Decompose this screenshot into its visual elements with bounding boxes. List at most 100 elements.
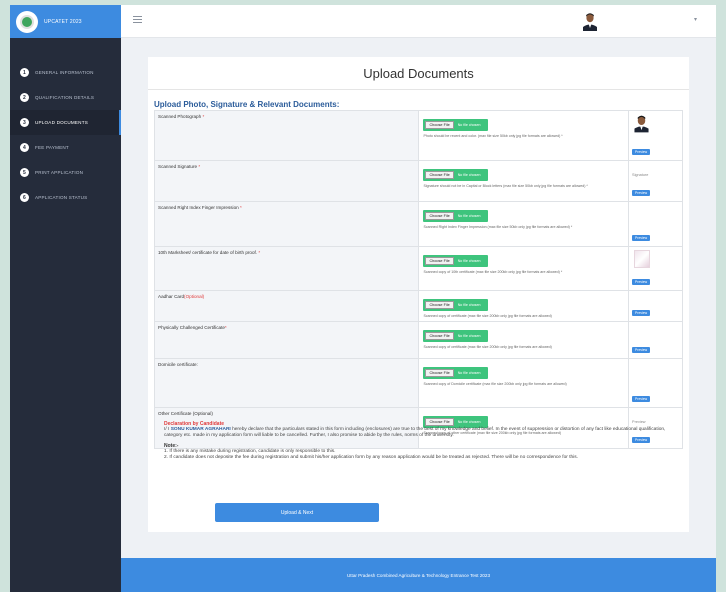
- help-text: Signature should not be in Capital or Bl…: [423, 184, 588, 188]
- table-row: Aadhar Card(Optional) Choose File No fil…: [153, 290, 683, 322]
- file-status: No file chosen: [457, 371, 481, 375]
- table-row: Domicile certificate: Choose File No fil…: [153, 358, 683, 408]
- help-text: Scanned copy of 10th certificate (max fi…: [423, 270, 563, 274]
- preview-cell: Preview: [628, 358, 683, 408]
- candidate-name: SONU KUMAR AGRAHARI: [170, 427, 231, 432]
- documents-table: Scanned Photograph * Choose File No file…: [153, 110, 683, 449]
- help-text: Photo should be recent and color. (max f…: [423, 134, 563, 138]
- choose-file-button[interactable]: Choose File: [425, 332, 454, 340]
- ph-certificate-file-input[interactable]: Choose File No file chosen: [423, 330, 489, 342]
- chevron-down-icon[interactable]: ▾: [694, 16, 697, 23]
- preview-button[interactable]: Preview: [632, 149, 651, 155]
- sidebar: UPCATET 2023 1 GENERAL INFORMATION 2 QUA…: [10, 5, 121, 592]
- sidebar-item-fee-payment[interactable]: 4 FEE PAYMENT: [10, 135, 121, 160]
- document-label: Scanned Right Index Finger Impression *: [153, 201, 420, 247]
- app-frame: UPCATET 2023 1 GENERAL INFORMATION 2 QUA…: [10, 5, 716, 592]
- document-label: Scanned Photograph *: [153, 110, 420, 161]
- choose-file-button[interactable]: Choose File: [425, 257, 454, 265]
- preview-cell: Preview: [628, 110, 683, 161]
- brand-title: UPCATET 2023: [44, 18, 82, 25]
- declaration-section: Declaration by Candidate I/ I SONU KUMAR…: [164, 421, 684, 461]
- step-number: 1: [20, 68, 29, 77]
- step-number: 4: [20, 143, 29, 152]
- photo-file-input[interactable]: Choose File No file chosen: [423, 119, 489, 131]
- document-label: Aadhar Card(Optional): [153, 290, 420, 322]
- file-field: Choose File No file chosen Scanned copy …: [418, 290, 630, 322]
- photo-preview-image: [634, 115, 649, 133]
- preview-cell: Preview: [628, 290, 683, 322]
- document-label: Domicile certificate:: [153, 358, 420, 408]
- domicile-file-input[interactable]: Choose File No file chosen: [423, 367, 489, 379]
- preview-button[interactable]: Preview: [632, 310, 651, 316]
- upload-next-button[interactable]: Upload & Next: [215, 503, 379, 522]
- signature-file-input[interactable]: Choose File No file chosen: [423, 169, 489, 181]
- table-row: 10th Marksheet/ certificate for date of …: [153, 246, 683, 291]
- sidebar-item-general-information[interactable]: 1 GENERAL INFORMATION: [10, 60, 121, 85]
- section-subtitle: Upload Photo, Signature & Relevant Docum…: [154, 100, 340, 109]
- preview-button[interactable]: Preview: [632, 190, 651, 196]
- choose-file-button[interactable]: Choose File: [425, 301, 454, 309]
- choose-file-button[interactable]: Choose File: [425, 212, 454, 220]
- help-text: Scanned copy of Domicile certificate (ma…: [423, 382, 567, 386]
- sidebar-item-application-status[interactable]: 6 APPLICATION STATUS: [10, 185, 121, 210]
- step-number: 3: [20, 118, 29, 127]
- signature-preview-image: Signature: [632, 173, 649, 177]
- footer: Uttar Pradesh Combined Agriculture & Tec…: [121, 558, 716, 592]
- preview-cell: Preview: [628, 246, 683, 291]
- table-row: Physically Challenged Certificate* Choos…: [153, 321, 683, 359]
- menu-toggle-icon[interactable]: [133, 16, 142, 23]
- sidebar-item-label: GENERAL INFORMATION: [35, 70, 94, 75]
- aadhar-file-input[interactable]: Choose File No file chosen: [423, 299, 489, 311]
- preview-button[interactable]: Preview: [632, 279, 651, 285]
- file-field: Choose File No file chosen Photo should …: [418, 110, 630, 161]
- sidebar-item-label: FEE PAYMENT: [35, 145, 69, 150]
- table-row: Scanned Signature * Choose File No file …: [153, 160, 683, 202]
- sidebar-item-upload-documents[interactable]: 3 UPLOAD DOCUMENTS: [10, 110, 121, 135]
- preview-button[interactable]: Preview: [632, 347, 651, 353]
- logo-icon: [16, 10, 38, 33]
- table-row: Scanned Photograph * Choose File No file…: [153, 110, 683, 161]
- preview-cell: Signature Preview: [628, 160, 683, 202]
- choose-file-button[interactable]: Choose File: [425, 121, 454, 129]
- file-status: No file chosen: [457, 303, 481, 307]
- preview-cell: Preview: [628, 201, 683, 247]
- step-number: 6: [20, 193, 29, 202]
- declaration-text: I/ I SONU KUMAR AGRAHARI hereby declare …: [164, 427, 666, 438]
- file-status: No file chosen: [457, 214, 481, 218]
- document-label: Scanned Signature *: [153, 160, 420, 202]
- file-field: Choose File No file chosen Signature sho…: [418, 160, 630, 202]
- document-label: Physically Challenged Certificate*: [153, 321, 420, 359]
- help-text: Scanned copy of certificate (max file si…: [423, 345, 552, 349]
- preview-cell: Preview: [628, 321, 683, 359]
- file-field: Choose File No file chosen Scanned copy …: [418, 321, 630, 359]
- sidebar-item-qualification-details[interactable]: 2 QUALIFICATION DETAILS: [10, 85, 121, 110]
- file-status: No file chosen: [457, 334, 481, 338]
- file-status: No file chosen: [457, 259, 481, 263]
- file-field: Choose File No file chosen Scanned copy …: [418, 246, 630, 291]
- file-status: No file chosen: [457, 173, 481, 177]
- preview-button[interactable]: Preview: [632, 396, 651, 402]
- marksheet-file-input[interactable]: Choose File No file chosen: [423, 255, 489, 267]
- file-field: Choose File No file chosen Scanned Right…: [418, 201, 630, 247]
- help-text: Scanned copy of certificate (max file si…: [423, 314, 552, 318]
- choose-file-button[interactable]: Choose File: [425, 369, 454, 377]
- sidebar-item-label: QUALIFICATION DETAILS: [35, 95, 95, 100]
- file-status: No file chosen: [457, 123, 481, 127]
- finger-impression-file-input[interactable]: Choose File No file chosen: [423, 210, 489, 222]
- step-number: 2: [20, 93, 29, 102]
- sidebar-item-label: PRINT APPLICATION: [35, 170, 84, 175]
- preview-button[interactable]: Preview: [632, 235, 651, 241]
- certificate-preview-image: [634, 250, 651, 268]
- user-avatar[interactable]: [582, 12, 598, 31]
- document-label: 10th Marksheet/ certificate for date of …: [153, 246, 420, 291]
- sidebar-item-print-application[interactable]: 5 PRINT APPLICATION: [10, 160, 121, 185]
- brand[interactable]: UPCATET 2023: [10, 5, 121, 38]
- note-item: 2. If candidate does not deposite the fe…: [164, 455, 579, 460]
- page-title: Upload Documents: [363, 66, 474, 81]
- sidebar-item-label: APPLICATION STATUS: [35, 195, 88, 200]
- table-row: Scanned Right Index Finger Impression * …: [153, 201, 683, 247]
- sidebar-item-label: UPLOAD DOCUMENTS: [35, 120, 88, 125]
- choose-file-button[interactable]: Choose File: [425, 171, 454, 179]
- help-text: Scanned Right Index Finger Impression (m…: [423, 225, 573, 229]
- top-bar: ▾: [121, 5, 716, 38]
